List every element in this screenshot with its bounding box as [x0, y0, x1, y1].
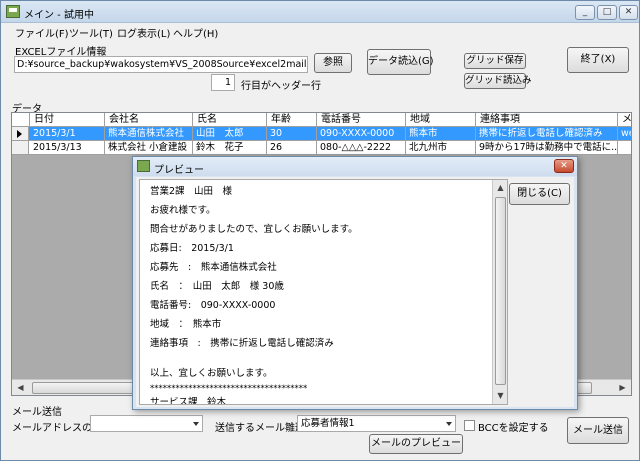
preview-line: 以上、宜しくお願いします。	[150, 368, 273, 379]
app-icon	[6, 5, 20, 18]
column-header-notes[interactable]: 連絡事項	[476, 113, 618, 127]
column-header-region[interactable]: 地域	[406, 113, 476, 127]
preview-title-bar: プレビュー ✕	[133, 157, 577, 176]
table-row[interactable]: 2015/3/13 株式会社 小倉建設 鈴木 花子 26 080-△△△-222…	[12, 141, 631, 155]
chevron-down-icon	[193, 422, 199, 426]
minimize-button[interactable]: _	[575, 5, 595, 20]
preview-title: プレビュー	[154, 165, 204, 176]
cell-age[interactable]: 30	[267, 127, 317, 141]
header-row-label: 行目がヘッダー行	[241, 81, 321, 92]
grid-header: 日付 会社名 氏名 年齢 電話番号 地域 連絡事項 メー	[12, 113, 631, 127]
column-header-name[interactable]: 氏名	[193, 113, 267, 127]
row-header[interactable]	[12, 141, 29, 155]
template-label: 送信するメール雛形	[215, 423, 305, 434]
preview-text-area[interactable]: 営業2課 山田 様 お疲れ様です。 問合せがありましたので、宜しくお願いします。…	[139, 179, 508, 405]
scroll-thumb[interactable]	[495, 197, 506, 385]
chevron-down-icon	[446, 422, 452, 426]
template-value: 応募者情報1	[301, 418, 355, 429]
cell-region[interactable]: 熊本市	[406, 127, 476, 141]
scroll-down-icon[interactable]: ▼	[493, 388, 507, 403]
grid-corner	[12, 113, 30, 127]
preview-line: 連絡事項 : 携帯に折返し電話し確認済み	[150, 338, 334, 349]
preview-line: 地域 ： 熊本市	[150, 319, 222, 330]
template-select[interactable]: 応募者情報1	[297, 415, 456, 432]
preview-close-icon[interactable]: ✕	[554, 159, 574, 173]
cell-region[interactable]: 北九州市	[406, 141, 476, 155]
cell-notes[interactable]: 携帯に折返し電話し確認済み	[476, 127, 618, 141]
cell-mail[interactable]: web	[618, 127, 631, 141]
preview-line: 電話番号: 090-XXXX-0000	[150, 300, 276, 311]
preview-line: 応募先 : 熊本通信株式会社	[150, 262, 277, 273]
preview-line: 応募日: 2015/3/1	[150, 243, 234, 254]
column-header-phone[interactable]: 電話番号	[317, 113, 406, 127]
preview-body: 営業2課 山田 様 お疲れ様です。 問合せがありましたので、宜しくお願いします。…	[136, 177, 574, 407]
row-header[interactable]	[12, 127, 29, 141]
cell-date[interactable]: 2015/3/13	[30, 141, 105, 155]
cell-phone[interactable]: 090-XXXX-0000	[317, 127, 406, 141]
current-row-arrow-icon	[17, 130, 22, 138]
preview-line: 氏名 ： 山田 太郎 様 30歳	[150, 281, 284, 292]
preview-line: 問合せがありましたので、宜しくお願いします。	[150, 224, 358, 235]
preview-vertical-scrollbar[interactable]: ▲ ▼	[492, 180, 507, 404]
menu-help[interactable]: ヘルプ(H)	[173, 25, 218, 40]
scroll-up-icon[interactable]: ▲	[493, 180, 507, 195]
column-header-company[interactable]: 会社名	[105, 113, 193, 127]
file-path-input[interactable]: D:¥source_backup¥wakosystem¥VS_2008Sourc…	[14, 56, 308, 73]
cell-company[interactable]: 熊本通信株式会社	[105, 127, 193, 141]
menu-tools[interactable]: ツール(T)	[69, 25, 113, 40]
scroll-left-icon[interactable]: ◀	[12, 380, 29, 395]
mail-section-label: メール送信	[12, 407, 62, 418]
cell-notes[interactable]: 9時から17時は勤務中で電話に...	[476, 141, 618, 155]
mail-preview-button[interactable]: メールのプレビュー	[369, 434, 463, 454]
cell-date[interactable]: 2015/3/1	[30, 127, 105, 141]
cell-mail[interactable]	[618, 141, 631, 155]
read-data-button[interactable]: データ読込(G)	[367, 49, 434, 75]
menu-file[interactable]: ファイル(F)	[15, 25, 69, 40]
preview-close-button[interactable]: 閉じる(C)	[509, 183, 570, 205]
browse-button[interactable]: 参照	[314, 53, 352, 73]
window-title: メイン - 試用中	[24, 10, 94, 21]
maximize-button[interactable]: □	[597, 5, 617, 20]
cell-name[interactable]: 鈴木 花子	[193, 141, 267, 155]
close-icon: ✕	[624, 7, 633, 17]
exit-button[interactable]: 終了(X)	[567, 47, 629, 73]
table-row[interactable]: 2015/3/1 熊本通信株式会社 山田 太郎 30 090-XXXX-0000…	[12, 127, 631, 141]
main-window: メイン - 試用中 _ □ ✕ ファイル(F) ツール(T) ログ表示(L) ヘ…	[0, 0, 640, 461]
cell-company[interactable]: 株式会社 小倉建設	[105, 141, 193, 155]
menu-log[interactable]: ログ表示(L)	[117, 25, 170, 40]
close-button[interactable]: ✕	[619, 5, 638, 20]
address-column-select[interactable]	[90, 415, 203, 432]
grid-load-button[interactable]: グリッド読込み	[464, 73, 532, 89]
preview-line: サービス課 鈴木	[150, 397, 227, 405]
preview-dialog: プレビュー ✕ 営業2課 山田 様 お疲れ様です。 問合せがありましたので、宜し…	[132, 156, 578, 410]
cell-phone[interactable]: 080-△△△-2222	[317, 141, 406, 155]
column-header-mail[interactable]: メー	[618, 113, 631, 127]
bcc-label: BCCを設定する	[478, 423, 549, 434]
bcc-checkbox[interactable]	[464, 420, 475, 431]
menu-bar: ファイル(F) ツール(T) ログ表示(L) ヘルプ(H)	[1, 23, 639, 40]
cell-name[interactable]: 山田 太郎	[193, 127, 267, 141]
preview-line: *************************************	[150, 384, 308, 394]
send-mail-button[interactable]: メール送信	[567, 417, 629, 444]
minimize-icon: _	[582, 7, 588, 17]
preview-line: 営業2課 山田 様	[150, 186, 233, 197]
header-row-input[interactable]: 1	[211, 74, 235, 91]
scroll-right-icon[interactable]: ▶	[614, 380, 631, 395]
column-header-age[interactable]: 年齢	[267, 113, 317, 127]
column-header-date[interactable]: 日付	[30, 113, 105, 127]
title-bar: メイン - 試用中 _ □ ✕	[1, 1, 639, 23]
maximize-icon: □	[602, 7, 612, 17]
grid-save-button[interactable]: グリッド保存	[464, 53, 526, 69]
cell-age[interactable]: 26	[267, 141, 317, 155]
preview-line: お疲れ様です。	[150, 205, 216, 216]
app-icon	[137, 160, 150, 172]
